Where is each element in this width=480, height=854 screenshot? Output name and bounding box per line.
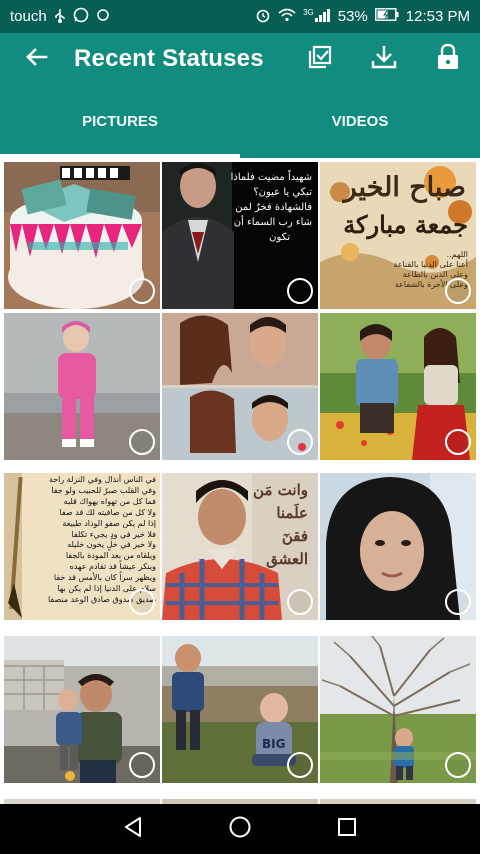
quote-card-text: في الناس أنذال وفي النزلة راحة وفي القلب… <box>24 475 156 606</box>
status-tile-tree[interactable] <box>320 636 476 783</box>
love-line: وانت مَن <box>253 481 308 499</box>
status-tile-young-man[interactable]: وانت مَن علَمنا فقنٓ العشق <box>162 473 318 620</box>
quote-line: شاء رب السماء أن <box>233 217 312 228</box>
app-bar: Recent Statuses <box>0 33 480 85</box>
status-tile-man-child[interactable] <box>4 636 160 783</box>
back-button[interactable] <box>0 33 74 85</box>
quote-text: شهيداً مضيت فلماذا تبكي يا عيون؟ فالشهاد… <box>230 170 312 245</box>
tab-pictures-label: PICTURES <box>82 113 158 130</box>
download-button[interactable] <box>352 33 416 85</box>
status-tile-portrait-text[interactable]: شهيداً مضيت فلماذا تبكي يا عيون؟ فالشهاد… <box>162 162 318 309</box>
quote-line: إذا لم يكن صفو الوداد طبيعة <box>62 518 156 528</box>
select-circle[interactable] <box>129 429 155 455</box>
tab-videos[interactable]: VIDEOS <box>240 85 480 158</box>
select-circle[interactable] <box>129 278 155 304</box>
network-type: 3G <box>303 7 314 17</box>
love-line: فقنٓ <box>281 527 308 545</box>
nav-recents-button[interactable] <box>322 804 372 854</box>
greeting-line: اللهم.. <box>446 250 468 259</box>
nav-back-icon <box>122 816 144 843</box>
select-all-button[interactable] <box>288 33 352 85</box>
quote-line: ويظهر سراً كان بالأمس قد خفا <box>53 573 156 583</box>
status-tile-quote-card[interactable]: في الناس أنذال وفي النزلة راحة وفي القلب… <box>4 473 160 620</box>
time-label: 12:53 PM <box>405 8 470 25</box>
message-icon <box>96 8 110 26</box>
quote-line: في الناس أنذال وفي النزلة راحة <box>48 475 156 484</box>
status-tile-woman[interactable] <box>320 473 476 620</box>
usb-icon <box>54 8 66 25</box>
greeting-line: أعنا على الدنيا بالقناعة <box>393 260 468 269</box>
love-line: العشق <box>266 550 308 568</box>
tab-videos-label: VIDEOS <box>331 113 389 130</box>
quote-line: تكون <box>269 232 290 243</box>
status-tile-couple-collage[interactable] <box>162 313 318 460</box>
nav-back-button[interactable] <box>108 804 158 854</box>
greeting-line: وعلى الدين بالطاعة <box>402 270 468 279</box>
select-circle[interactable] <box>129 752 155 778</box>
quote-line: ولا خير في خلٍ يخون خليله <box>67 540 156 550</box>
select-circle[interactable] <box>129 589 155 615</box>
select-circle[interactable] <box>287 589 313 615</box>
love-text: وانت مَن علَمنا فقنٓ العشق <box>242 479 308 571</box>
quote-line: وينكر عيشاً قد تقادم عهده <box>69 562 156 572</box>
select-all-icon <box>307 44 333 75</box>
signal-icon <box>314 8 331 26</box>
lock-icon <box>437 43 459 75</box>
greeting-subheading: جمعة مباركة <box>343 210 468 239</box>
status-tile-child[interactable] <box>4 313 160 460</box>
tab-pictures[interactable]: PICTURES <box>0 85 240 158</box>
quote-line: ولا كل من صافيته لك قد صفا <box>59 507 156 517</box>
status-tile-couple-field[interactable] <box>320 313 476 460</box>
quote-line: فلا خير في ودٍ يجيء تكلفا <box>71 529 156 539</box>
carrier-label: touch <box>10 8 47 25</box>
status-bar: touch 3G 53% 12:53 PM <box>0 0 480 33</box>
back-arrow-icon <box>25 45 49 74</box>
quote-line: فما كل من تهواه يهواك قلبه <box>63 496 156 506</box>
quote-line: ويلقاه من بعد المودة بالجفا <box>65 551 156 561</box>
status-tile-two-children[interactable]: BIG <box>162 636 318 783</box>
wifi-icon <box>278 8 296 26</box>
quote-line: وفي القلب صبرٌ للحبيب ولو جفا <box>51 485 156 495</box>
download-icon <box>371 44 397 75</box>
quote-line: شهيداً مضيت فلماذا <box>230 172 312 183</box>
battery-label: 53% <box>337 8 368 25</box>
select-circle[interactable] <box>445 278 471 304</box>
select-circle[interactable] <box>287 278 313 304</box>
page-title: Recent Statuses <box>74 45 264 72</box>
select-circle[interactable] <box>445 589 471 615</box>
tab-bar: PICTURES VIDEOS <box>0 85 480 158</box>
quote-line: تبكي يا عيون؟ <box>253 187 312 198</box>
status-grid: شهيداً مضيت فلماذا تبكي يا عيون؟ فالشهاد… <box>0 158 480 804</box>
status-tile-greeting[interactable]: صباح الخير جمعة مباركة اللهم.. أعنا على … <box>320 162 476 309</box>
greeting-heading: صباح الخير <box>343 172 466 203</box>
nav-home-button[interactable] <box>215 804 265 854</box>
navigation-bar <box>0 804 480 854</box>
nav-home-icon <box>228 815 252 844</box>
love-line: علَمنا <box>276 504 308 522</box>
select-circle[interactable] <box>445 429 471 455</box>
select-circle[interactable] <box>287 429 313 455</box>
whatsapp-icon <box>73 7 89 27</box>
svg-text:BIG: BIG <box>262 737 285 751</box>
status-tile-cake[interactable] <box>4 162 160 309</box>
screen: touch 3G 53% 12:53 PM Recent Statuses PI… <box>0 0 480 854</box>
battery-icon <box>374 8 399 25</box>
nav-recents-icon <box>336 816 358 843</box>
lock-button[interactable] <box>416 33 480 85</box>
alarm-icon <box>255 7 271 27</box>
quote-line: فالشهادة فخرٌ لمن <box>235 202 312 213</box>
select-circle[interactable] <box>287 752 313 778</box>
select-circle[interactable] <box>445 752 471 778</box>
